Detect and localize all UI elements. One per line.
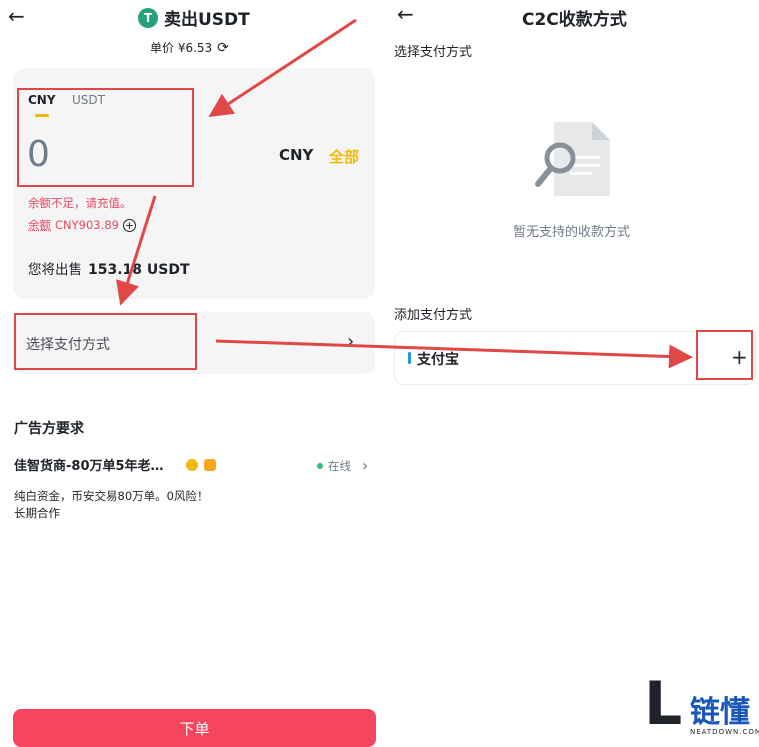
ad-requirements-title: 广告方要求	[14, 421, 84, 437]
empty-document-icon	[535, 122, 610, 196]
merchant-row[interactable]: 佳智货商-80万单5年老…	[14, 455, 216, 474]
refresh-icon[interactable]: ⟳	[217, 40, 229, 56]
merchant-badge-icon	[185, 458, 198, 471]
annotation-box-payment	[14, 313, 197, 370]
sell-summary: 您将出售 153.18 USDT	[28, 262, 190, 278]
page-title: T 卖出USDT	[138, 5, 250, 30]
chevron-right-icon: ›	[347, 331, 355, 352]
all-button[interactable]: 全部	[329, 146, 359, 167]
back-arrow-icon[interactable]: ←	[397, 4, 414, 24]
annotation-box-add	[696, 330, 753, 380]
balance-row: 余额 CNY903.89 +	[28, 217, 136, 233]
alipay-color-bar	[408, 352, 411, 364]
online-dot-icon	[317, 462, 323, 469]
back-arrow-icon[interactable]: ←	[8, 6, 25, 26]
unit-price: 单价 ¥6.53 ⟳	[150, 39, 229, 56]
insufficient-balance-warning: 余额不足，请充值。	[28, 196, 132, 210]
empty-state-text: 暂无支持的收款方式	[513, 225, 631, 240]
merchant-shield-icon	[203, 458, 216, 471]
chevron-right-icon: ›	[362, 456, 369, 475]
add-method-label: 添加支付方式	[394, 308, 473, 323]
select-method-label: 选择支付方式	[394, 45, 473, 60]
page-title: C2C收款方式	[522, 10, 627, 30]
annotation-box-amount	[17, 88, 194, 187]
watermark-brand: 链懂	[690, 695, 750, 730]
balance-value: CNY903.89	[55, 218, 119, 232]
place-order-button[interactable]: 下单	[13, 709, 376, 747]
online-status[interactable]: 在线 ›	[317, 456, 368, 475]
currency-label: CNY	[279, 146, 314, 164]
watermark-url: NEATDOWN.COM	[690, 728, 759, 736]
balance-label: 余额	[28, 218, 51, 232]
deposit-plus-icon[interactable]: +	[122, 218, 136, 232]
tether-icon: T	[138, 7, 158, 28]
watermark-letter: L	[644, 669, 683, 739]
alipay-label: 支付宝	[417, 352, 459, 368]
ad-description: 纯白资金，币安交易80万单。0风险！ 长期合作	[14, 489, 209, 520]
